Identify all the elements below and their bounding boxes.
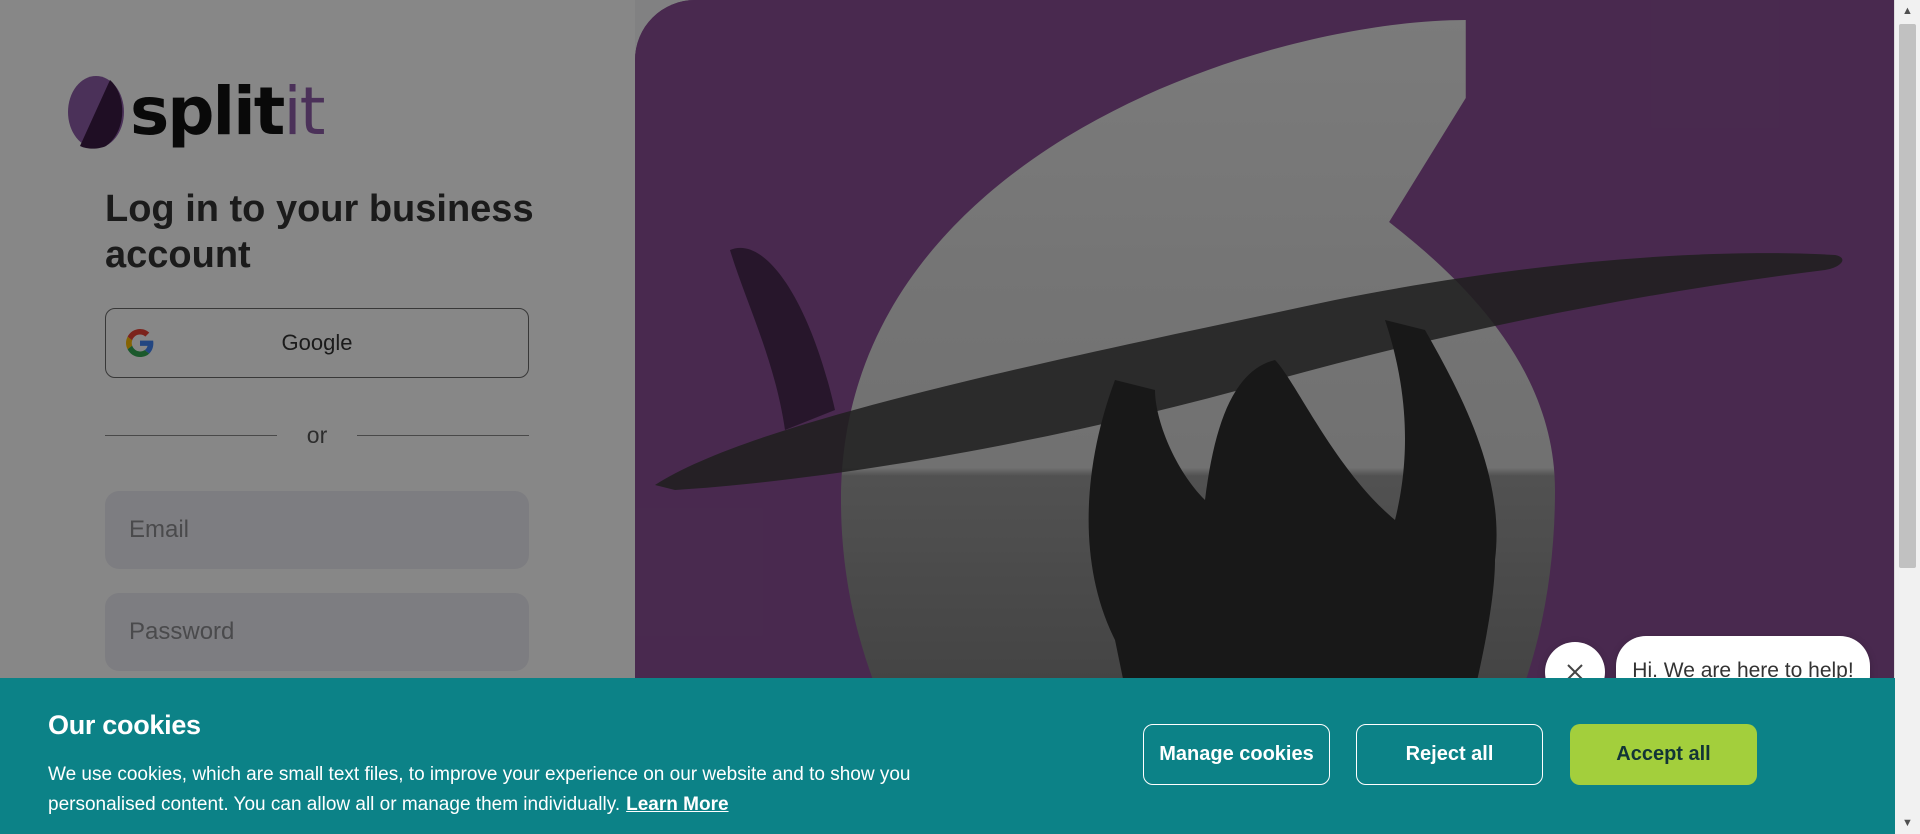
page: splitit Log in to your business account …: [0, 0, 1920, 834]
logo-wordmark-main: split: [130, 73, 285, 150]
google-icon: [126, 329, 154, 357]
password-field[interactable]: [105, 593, 529, 671]
accept-all-button[interactable]: Accept all: [1570, 724, 1757, 785]
divider-text: or: [306, 421, 328, 448]
email-field[interactable]: [105, 491, 529, 569]
cookie-description: We use cookies, which are small text fil…: [48, 760, 948, 820]
cookie-description-text: We use cookies, which are small text fil…: [48, 764, 911, 815]
page-title: Log in to your business account: [105, 188, 534, 276]
cookie-title: Our cookies: [48, 710, 201, 740]
splitit-logo-icon: [68, 76, 124, 149]
manage-cookies-button[interactable]: Manage cookies: [1143, 724, 1330, 785]
logo-wordmark: splitit: [130, 79, 326, 145]
scroll-down-icon[interactable]: ▼: [1895, 812, 1920, 834]
cookie-banner: Our cookies We use cookies, which are sm…: [0, 678, 1895, 834]
divider-line-right: [357, 434, 530, 436]
reject-all-button[interactable]: Reject all: [1356, 724, 1543, 785]
or-divider: or: [105, 420, 530, 450]
logo-wordmark-accent: it: [283, 73, 325, 150]
divider-line-left: [105, 434, 277, 436]
learn-more-link[interactable]: Learn More: [626, 794, 728, 815]
page-scrollbar[interactable]: ▲ ▼: [1894, 0, 1920, 834]
scroll-up-icon[interactable]: ▲: [1895, 0, 1920, 22]
scrollbar-thumb[interactable]: [1899, 24, 1916, 568]
google-button-label: Google: [281, 330, 353, 355]
google-login-button[interactable]: Google: [105, 308, 529, 378]
splitit-logo[interactable]: splitit: [66, 74, 326, 150]
